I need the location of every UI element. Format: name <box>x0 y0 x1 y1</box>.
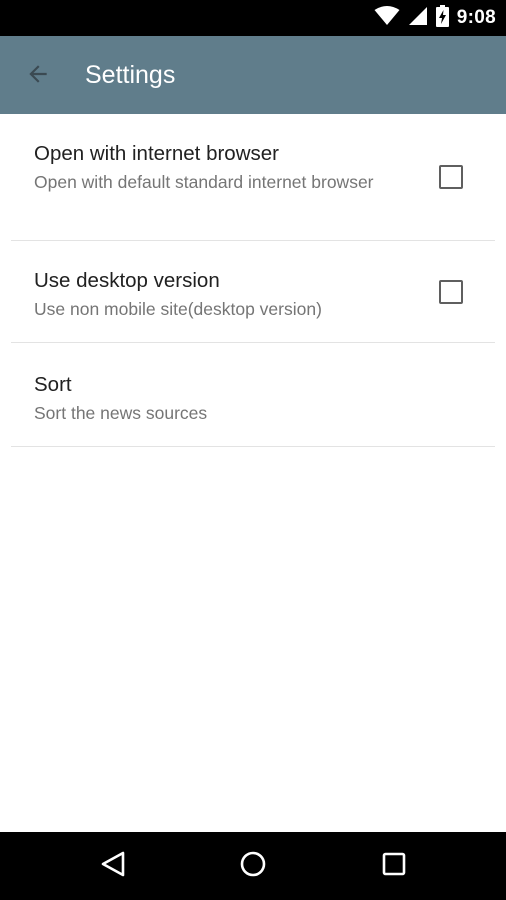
back-button[interactable] <box>18 56 58 96</box>
signal-icon <box>408 6 428 31</box>
open-with-browser-checkbox[interactable] <box>439 165 463 189</box>
app-bar: Settings <box>0 36 506 114</box>
nav-home-icon <box>239 850 267 883</box>
arrow-back-icon <box>25 61 51 92</box>
battery-charging-icon <box>435 4 449 32</box>
pref-title: Sort <box>34 373 72 396</box>
page-title: Settings <box>85 61 176 89</box>
pref-sort[interactable]: Sort Sort the news sources <box>11 343 495 447</box>
nav-home-button[interactable] <box>233 846 273 886</box>
pref-summary: Use non mobile site(desktop version) <box>34 299 322 319</box>
navigation-bar <box>0 832 506 900</box>
pref-text: Use desktop version Use non mobile site(… <box>34 268 394 321</box>
pref-desktop-version[interactable]: Use desktop version Use non mobile site(… <box>11 241 495 343</box>
status-bar: 9:08 <box>0 0 506 36</box>
settings-list: Open with internet browser Open with def… <box>0 114 506 447</box>
nav-back-button[interactable] <box>93 846 133 886</box>
nav-back-icon <box>100 850 126 883</box>
pref-summary: Open with default standard internet brow… <box>34 172 374 192</box>
status-icons: 9:08 <box>374 0 496 36</box>
pref-open-with-browser[interactable]: Open with internet browser Open with def… <box>11 114 495 241</box>
pref-title: Open with internet browser <box>34 142 279 165</box>
pref-text: Sort Sort the news sources <box>34 372 394 425</box>
pref-text: Open with internet browser Open with def… <box>34 141 394 194</box>
pref-title: Use desktop version <box>34 269 220 292</box>
status-time: 9:08 <box>456 7 496 28</box>
nav-recents-button[interactable] <box>374 846 414 886</box>
pref-summary: Sort the news sources <box>34 403 208 423</box>
nav-recents-icon <box>381 851 407 882</box>
desktop-version-checkbox[interactable] <box>439 280 463 304</box>
settings-screen: 9:08 Settings Open with internet browser… <box>0 0 506 900</box>
wifi-icon <box>374 5 400 31</box>
